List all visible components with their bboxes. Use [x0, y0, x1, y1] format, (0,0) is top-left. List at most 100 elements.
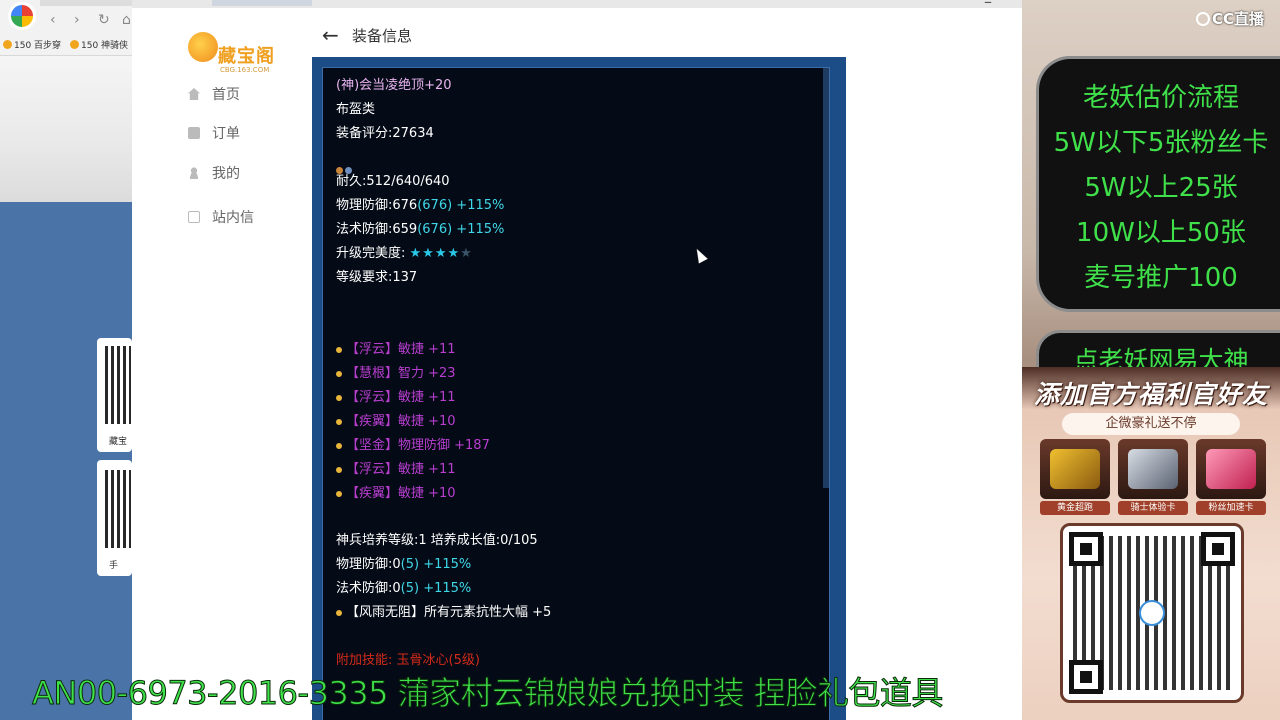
browser-tab[interactable]: [212, 0, 312, 6]
main-browser-window: – 藏宝阁 CBG.163.COM 首页 订单 我的 站内信 ← 装备信息 (神…: [132, 0, 1022, 720]
price-line: 麦号推广100: [1084, 263, 1238, 293]
attribute-line: 【浮云】敏捷 +11: [336, 462, 456, 478]
panel-scrollbar[interactable]: [823, 68, 829, 488]
price-line: 5W以下5张粉丝卡: [1053, 128, 1269, 158]
gem-icon: [336, 167, 343, 174]
attribute-line: 【疾翼】敏捷 +10: [336, 414, 456, 430]
bookmark-label: 150 神骑侠: [81, 41, 129, 51]
minimize-icon[interactable]: –: [984, 0, 992, 11]
bullet-icon: [336, 347, 342, 353]
additional-skill: 附加技能: 玉骨冰心(5级): [336, 653, 480, 668]
promo-subtitle: 企微豪礼送不停: [1062, 413, 1240, 435]
forward-icon[interactable]: ›: [74, 12, 80, 28]
nav-label: 首页: [212, 87, 240, 103]
price-extra-box: 点老妖网易大神: [1036, 330, 1280, 370]
bullet-icon: [336, 371, 342, 377]
user-icon: [188, 167, 200, 179]
price-line: 点老妖网易大神: [1073, 346, 1249, 370]
stat-bonus: +115%: [419, 557, 472, 572]
bullet-icon: [336, 395, 342, 401]
stat-paren: (676): [417, 222, 453, 237]
wechat-qr-code[interactable]: [1060, 523, 1244, 703]
attribute-text: 【浮云】敏捷 +11: [346, 462, 456, 477]
left-browser-toolbar: ‹ › ↻ ⌂ 150 百步穿 150 神骑侠: [0, 0, 132, 56]
magic-defense: 法术防御:659(676) +115%: [336, 222, 504, 238]
home-icon[interactable]: ⌂: [122, 12, 131, 28]
back-icon[interactable]: ‹: [50, 12, 56, 28]
attribute-text: 【浮云】敏捷 +11: [346, 342, 456, 357]
bookmark-icon: [70, 40, 79, 49]
upgrade-label: 升级完美度:: [336, 246, 410, 261]
gift-item: 粉丝加速卡: [1196, 439, 1266, 515]
gem-icons: [336, 159, 360, 174]
gift-item: 骑士体验卡: [1118, 439, 1188, 515]
scrolling-marquee: AN00-6973-2016-3335 蒲家村云锦娘娘兑换时装 捏脸礼包道具: [32, 674, 944, 713]
equipment-durability: 耐久:512/640/640: [336, 174, 450, 189]
nav-item-home[interactable]: 首页: [188, 82, 298, 106]
qr-card[interactable]: 手: [97, 460, 132, 576]
upgrade-perfection: 升级完美度: ★★★★★: [336, 246, 473, 262]
qr-code-icon: [105, 470, 131, 548]
bookmark-icon: [3, 40, 12, 49]
bullet-icon: [336, 610, 342, 616]
equipment-category: 布盔类: [336, 102, 376, 117]
sports-car-icon: [1050, 449, 1100, 489]
level-requirement: 等级要求:137: [336, 270, 418, 285]
stat-base: 物理防御:676: [336, 198, 418, 213]
attribute-text: 【疾翼】敏捷 +10: [346, 486, 456, 501]
qr-card[interactable]: 藏宝: [97, 338, 132, 452]
site-logo[interactable]: 藏宝阁 CBG.163.COM: [188, 28, 280, 74]
back-arrow-icon[interactable]: ←: [322, 23, 344, 47]
logo-mascot-icon: [188, 32, 218, 62]
nav-label: 订单: [212, 126, 240, 142]
promo-banner: 添加官方福利官好友 企微豪礼送不停 黄金超跑 骑士体验卡 粉丝加速卡: [1022, 367, 1280, 720]
star-filled-icon: ★: [447, 246, 461, 261]
equipment-info-panel: (神)会当凌绝顶+20 布盔类 装备评分:27634 耐久:512/640/64…: [322, 67, 830, 720]
gift-item: 黄金超跑: [1040, 439, 1110, 515]
qr-card-label: 藏宝: [109, 437, 128, 447]
star-filled-icon: ★: [422, 246, 435, 261]
bookmark-item[interactable]: 150 百步穿: [3, 38, 61, 51]
price-line: 老妖估价流程: [1082, 83, 1239, 113]
site-sidebar: 藏宝阁 CBG.163.COM 首页 订单 我的 站内信: [168, 14, 298, 240]
stat-paren: (676): [417, 198, 453, 213]
equipment-frame: (神)会当凌绝顶+20 布盔类 装备评分:27634 耐久:512/640/64…: [312, 57, 846, 720]
attribute-text: 【坚金】物理防御 +187: [346, 438, 490, 453]
stat-bonus: +115%: [452, 222, 505, 237]
attribute-line: 【慧根】智力 +23: [336, 366, 456, 382]
wecom-logo-icon: [1139, 600, 1165, 626]
left-page-content: [0, 56, 132, 202]
gift-label: 黄金超跑: [1040, 501, 1110, 515]
price-line: 5W以上25张: [1084, 173, 1238, 203]
magic-defense-2: 法术防御:0(5) +115%: [336, 581, 471, 597]
page-title: 装备信息: [352, 26, 413, 45]
mail-icon: [188, 211, 200, 223]
qr-finder-icon: [1069, 532, 1103, 566]
left-browser-window: ‹ › ↻ ⌂ 150 百步穿 150 神骑侠 藏宝 手: [0, 0, 132, 720]
qr-finder-icon: [1201, 532, 1235, 566]
nav-item-mine[interactable]: 我的: [188, 161, 298, 185]
nav-label: 站内信: [212, 210, 254, 226]
upgrade-stars: ★★★★★: [410, 246, 473, 261]
bullet-icon: [336, 491, 342, 497]
bullet-icon: [336, 443, 342, 449]
window-titlebar: –: [132, 0, 1022, 11]
stat-paren: (5): [400, 581, 420, 596]
nav-item-orders[interactable]: 订单: [188, 121, 298, 145]
stat-base: 法术防御:0: [336, 581, 401, 596]
brand-text: CC直播: [1212, 10, 1265, 28]
attribute-text: 【浮云】敏捷 +11: [346, 390, 456, 405]
bookmark-label: 150 百步穿: [14, 41, 62, 51]
attribute-line: 【疾翼】敏捷 +10: [336, 486, 456, 502]
home-icon: [188, 88, 200, 100]
browser-tab[interactable]: [40, 0, 132, 6]
refresh-icon[interactable]: ↻: [98, 12, 110, 28]
browser-logo-icon[interactable]: [8, 2, 36, 30]
attribute-text: 【慧根】智力 +23: [346, 366, 456, 381]
nav-item-messages[interactable]: 站内信: [188, 205, 298, 229]
special-attribute: 【风雨无阻】所有元素抗性大幅 +5: [336, 605, 551, 621]
stat-base: 法术防御:659: [336, 222, 418, 237]
gift-box: [1118, 439, 1188, 499]
bookmark-item[interactable]: 150 神骑侠: [70, 38, 128, 51]
gift-box: [1040, 439, 1110, 499]
